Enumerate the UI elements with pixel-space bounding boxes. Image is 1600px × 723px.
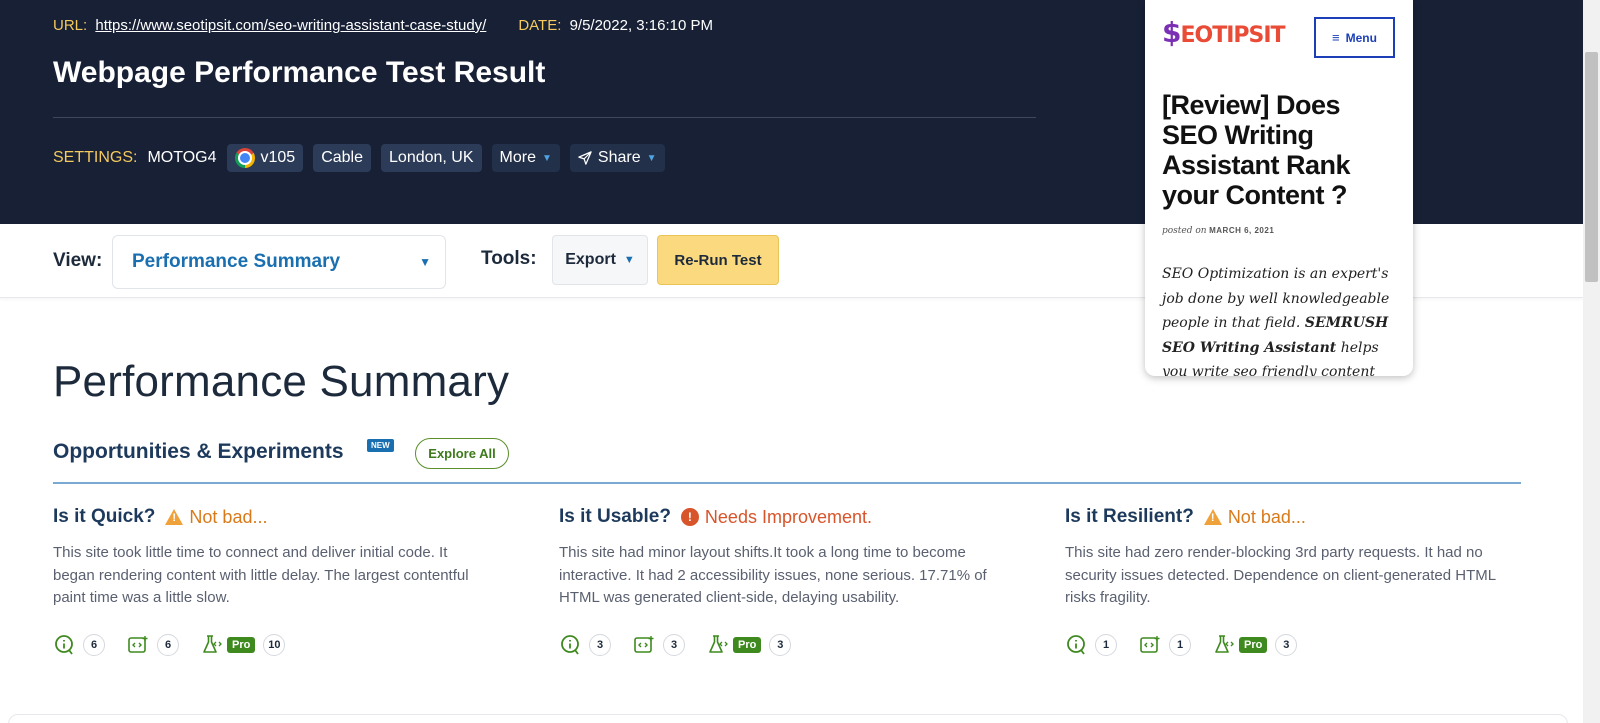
meta-row: URL: https://www.seotipsit.com/seo-writi… (53, 17, 713, 34)
url-block: URL: https://www.seotipsit.com/seo-writi… (53, 17, 486, 34)
date-value: 9/5/2022, 3:16:10 PM (569, 17, 713, 34)
pro-badge: Pro (227, 636, 256, 653)
browser-chip: v105 (226, 144, 304, 172)
site-menu-button: ≡ Menu (1314, 17, 1395, 58)
tips-count: 3 (589, 633, 611, 656)
experiments-count: 10 (263, 633, 286, 656)
next-section-card (8, 714, 1568, 723)
preview-article-text: SEO Optimization is an expert's job done… (1162, 262, 1396, 376)
url-link[interactable]: https://www.seotipsit.com/seo-writing-as… (95, 17, 486, 34)
pro-badge: Pro (1239, 636, 1268, 653)
browser-version: v105 (260, 149, 296, 166)
column-question: Is it Usable? (559, 506, 671, 527)
column-question: Is it Resilient? (1065, 506, 1194, 527)
tips-count: 6 (83, 633, 105, 656)
new-badge: NEW (367, 439, 394, 452)
status-label: Not bad... (165, 507, 267, 528)
info-circle-icon[interactable] (53, 634, 75, 656)
preview-posted-line: posted on MARCH 6, 2021 (1162, 225, 1274, 236)
posted-date: MARCH 6, 2021 (1209, 226, 1275, 235)
caret-down-icon: ▼ (646, 152, 657, 164)
rerun-test-button[interactable]: Re-Run Test (657, 235, 779, 285)
url-label: URL: (53, 17, 88, 34)
status-text: Needs Improvement. (704, 506, 872, 527)
warning-triangle-icon (1203, 509, 1222, 525)
page-screenshot-preview: $EOTIPSIT ≡ Menu [Review] Does SEO Writi… (1145, 0, 1413, 376)
column-description: This site had zero render-blocking 3rd p… (1065, 544, 1496, 606)
explore-all-button[interactable]: Explore All (415, 438, 509, 469)
metrics-row: 3 3 Pro 3 (559, 633, 1019, 656)
date-label: DATE: (518, 17, 562, 34)
send-icon (578, 151, 592, 165)
code-window-icon[interactable] (1139, 634, 1161, 656)
view-select-value: Performance Summary (132, 251, 341, 272)
status-text: Not bad... (189, 506, 268, 527)
experiments-count: 3 (1275, 633, 1298, 656)
logo-dollar: $ (1162, 16, 1182, 49)
location-chip: London, UK (381, 144, 482, 172)
warning-triangle-icon (165, 509, 184, 525)
pro-badge: Pro (733, 636, 762, 653)
code-count: 1 (1169, 633, 1191, 656)
beaker-code-icon[interactable] (707, 634, 729, 656)
more-label: More (499, 149, 536, 166)
chrome-icon (234, 148, 255, 168)
header-divider (53, 117, 1036, 118)
view-label: View: (53, 250, 103, 271)
caret-down-icon: ▼ (541, 152, 552, 164)
site-logo: $EOTIPSIT (1162, 16, 1286, 49)
posted-on-label: posted on (1162, 226, 1207, 236)
beaker-code-icon[interactable] (201, 634, 223, 656)
column-question: Is it Quick? (53, 506, 156, 527)
experiments-count: 3 (769, 633, 792, 656)
summary-title: Performance Summary (53, 357, 510, 406)
code-window-icon[interactable] (127, 634, 149, 656)
menu-label: Menu (1345, 30, 1377, 45)
status-text: Not bad... (1227, 506, 1306, 527)
status-label: Not bad... (1203, 506, 1306, 528)
device-name: MOTOG4 (147, 149, 217, 166)
opportunities-divider (53, 482, 1521, 484)
share-label: Share (597, 149, 641, 166)
settings-row: SETTINGS: MOTOG4 v105 Cable London, UK M… (53, 144, 665, 172)
connection-chip: Cable (313, 144, 372, 172)
column-description: This site took little time to connect an… (53, 544, 469, 606)
settings-label: SETTINGS: (53, 149, 138, 166)
column-description: This site had minor layout shifts.It too… (559, 544, 987, 606)
page-title: Webpage Performance Test Result (53, 56, 546, 89)
quick-column: Is it Quick? Not bad... This site took l… (53, 506, 513, 656)
share-button[interactable]: Share ▼ (569, 144, 665, 172)
tools-label: Tools: (481, 248, 537, 269)
export-label: Export (565, 251, 616, 268)
hamburger-icon: ≡ (1332, 30, 1340, 45)
view-select[interactable]: Performance Summary ▼ (112, 235, 446, 289)
chevron-down-icon: ▼ (419, 255, 431, 269)
code-count: 3 (663, 633, 685, 656)
beaker-code-icon[interactable] (1213, 634, 1235, 656)
alert-circle-icon: ! (680, 508, 699, 526)
export-button[interactable]: Export ▼ (552, 235, 648, 285)
caret-down-icon: ▼ (623, 254, 635, 266)
info-circle-icon[interactable] (559, 634, 581, 656)
opportunities-title: Opportunities & Experiments (53, 440, 344, 463)
logo-text: EOTIPSIT (1180, 23, 1285, 48)
date-block: DATE: 9/5/2022, 3:16:10 PM (518, 17, 713, 34)
metrics-row: 1 1 Pro 3 (1065, 633, 1525, 656)
status-label: ! Needs Improvement. (680, 506, 872, 528)
code-window-icon[interactable] (633, 634, 655, 656)
code-count: 6 (157, 633, 179, 656)
tips-count: 1 (1095, 633, 1117, 656)
resilient-column: Is it Resilient? Not bad... This site ha… (1065, 506, 1525, 656)
metrics-row: 6 6 Pro 10 (53, 633, 513, 656)
scrollbar-thumb[interactable] (1585, 52, 1598, 282)
preview-article-title: [Review] Does SEO Writing Assistant Rank… (1162, 90, 1351, 210)
usable-column: Is it Usable? ! Needs Improvement. This … (559, 506, 1019, 656)
more-button[interactable]: More ▼ (491, 144, 560, 172)
info-circle-icon[interactable] (1065, 634, 1087, 656)
